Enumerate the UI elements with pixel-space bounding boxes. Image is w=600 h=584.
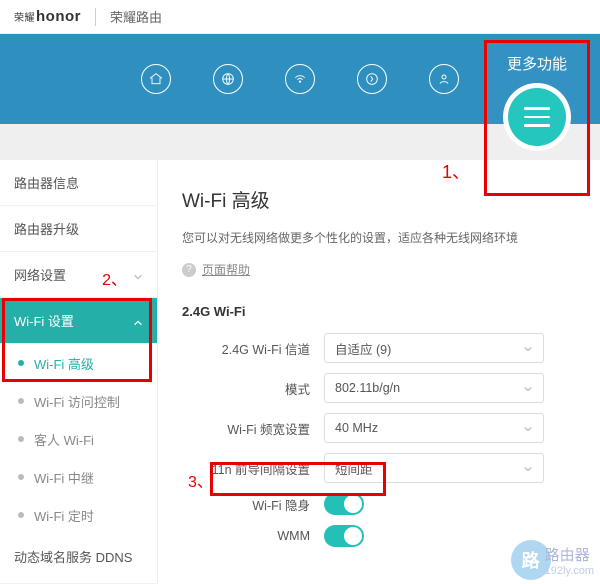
bullet-icon — [18, 436, 24, 442]
bullet-icon — [18, 474, 24, 480]
chevron-down-icon — [523, 383, 533, 393]
sidebar-sub-wifi-access[interactable]: Wi-Fi 访问控制 — [0, 382, 157, 420]
callout-3: 3、 — [188, 468, 213, 492]
select-preamble[interactable]: 短间距 — [324, 453, 544, 483]
sidebar-sub-wifi-timer[interactable]: Wi-Fi 定时 — [0, 496, 157, 534]
brand-bar: 荣耀 honor 荣耀路由 — [0, 0, 600, 34]
brand-cn: 荣耀 — [14, 9, 35, 24]
bullet-icon — [18, 360, 24, 366]
main-area: 路由器信息 路由器升级 网络设置 2、 Wi-Fi 设置 Wi-Fi 高级 Wi… — [0, 160, 600, 584]
bullet-icon — [18, 398, 24, 404]
chevron-down-icon — [523, 423, 533, 433]
toggle-hide-ssid[interactable] — [324, 493, 364, 515]
label-hide-ssid: Wi-Fi 隐身 — [182, 495, 324, 514]
brand-divider — [95, 8, 96, 26]
sidebar: 路由器信息 路由器升级 网络设置 2、 Wi-Fi 设置 Wi-Fi 高级 Wi… — [0, 160, 158, 584]
sidebar-item-wifi[interactable]: Wi-Fi 设置 — [0, 298, 157, 344]
sidebar-item-label: 动态域名服务 DDNS — [14, 550, 132, 567]
watermark: 路 路由器 192ly.com — [511, 540, 594, 580]
bullet-icon — [18, 512, 24, 518]
brand-en: honor — [36, 8, 81, 25]
row-bandwidth: Wi-Fi 频宽设置 40 MHz — [182, 413, 580, 443]
sidebar-item-router-upgrade[interactable]: 路由器升级 — [0, 206, 157, 252]
sidebar-sub-label: Wi-Fi 访问控制 — [34, 392, 120, 411]
home-icon[interactable] — [141, 64, 171, 94]
row-channel: 2.4G Wi-Fi 信道 自适应 (9) — [182, 333, 580, 363]
sidebar-item-label: 路由器信息 — [14, 173, 79, 192]
chevron-down-icon — [133, 270, 143, 280]
brand-product: 荣耀路由 — [110, 7, 162, 26]
row-preamble: 11n 前导间隔设置 短间距 — [182, 453, 580, 483]
page-help-link[interactable]: 页面帮助 — [202, 261, 250, 278]
chevron-down-icon — [523, 343, 533, 353]
row-hide-ssid: Wi-Fi 隐身 — [182, 493, 580, 515]
sidebar-sub-wifi-repeat[interactable]: Wi-Fi 中继 — [0, 458, 157, 496]
callout-2: 2、 — [102, 266, 127, 290]
select-value: 802.11b/g/n — [335, 381, 400, 395]
sidebar-item-label: 网络设置 — [14, 265, 66, 284]
sidebar-item-label: Wi-Fi 设置 — [14, 311, 74, 330]
sidebar-item-router-info[interactable]: 路由器信息 — [0, 160, 157, 206]
sidebar-sub-wifi-advanced[interactable]: Wi-Fi 高级 — [0, 344, 157, 382]
sidebar-sub-label: 客人 Wi-Fi — [34, 430, 94, 449]
page-description: 您可以对无线网络做更多个性化的设置，适应各种无线网络环境 — [182, 229, 580, 247]
select-mode[interactable]: 802.11b/g/n — [324, 373, 544, 403]
power-globe-icon[interactable] — [357, 64, 387, 94]
top-ribbon: 更多功能 1、 — [0, 34, 600, 160]
chevron-up-icon — [133, 316, 143, 326]
chevron-down-icon — [523, 463, 533, 473]
wifi-icon[interactable] — [285, 64, 315, 94]
select-value: 短间距 — [335, 459, 373, 478]
select-channel[interactable]: 自适应 (9) — [324, 333, 544, 363]
label-channel: 2.4G Wi-Fi 信道 — [182, 339, 324, 358]
sidebar-sub-label: Wi-Fi 定时 — [34, 506, 94, 525]
label-mode: 模式 — [182, 379, 324, 398]
sidebar-sub-label: Wi-Fi 中继 — [34, 468, 94, 487]
more-label: 更多功能 — [487, 53, 587, 74]
sidebar-sub-wifi-guest[interactable]: 客人 Wi-Fi — [0, 420, 157, 458]
sidebar-item-network[interactable]: 网络设置 2、 — [0, 252, 157, 298]
hamburger-button[interactable] — [508, 88, 566, 146]
sidebar-sub-label: Wi-Fi 高级 — [34, 354, 94, 373]
watermark-text2: 192ly.com — [545, 565, 594, 577]
section-title: 2.4G Wi-Fi — [182, 304, 580, 319]
user-icon[interactable] — [429, 64, 459, 94]
toggle-wmm[interactable] — [324, 525, 364, 547]
page-help[interactable]: ? 页面帮助 — [182, 261, 580, 278]
watermark-text1: 路由器 — [545, 544, 594, 565]
label-bandwidth: Wi-Fi 频宽设置 — [182, 419, 324, 438]
label-wmm: WMM — [182, 529, 324, 543]
globe-icon[interactable] — [213, 64, 243, 94]
select-bandwidth[interactable]: 40 MHz — [324, 413, 544, 443]
select-value: 40 MHz — [335, 421, 378, 435]
select-value: 自适应 (9) — [335, 339, 391, 358]
content-panel: Wi-Fi 高级 您可以对无线网络做更多个性化的设置，适应各种无线网络环境 ? … — [158, 160, 600, 584]
page-title: Wi-Fi 高级 — [182, 186, 580, 213]
help-icon: ? — [182, 263, 196, 277]
sidebar-item-label: 路由器升级 — [14, 219, 79, 238]
brand-logo: 荣耀 honor — [14, 8, 81, 25]
row-mode: 模式 802.11b/g/n — [182, 373, 580, 403]
sidebar-item-ddns[interactable]: 动态域名服务 DDNS — [0, 534, 157, 584]
